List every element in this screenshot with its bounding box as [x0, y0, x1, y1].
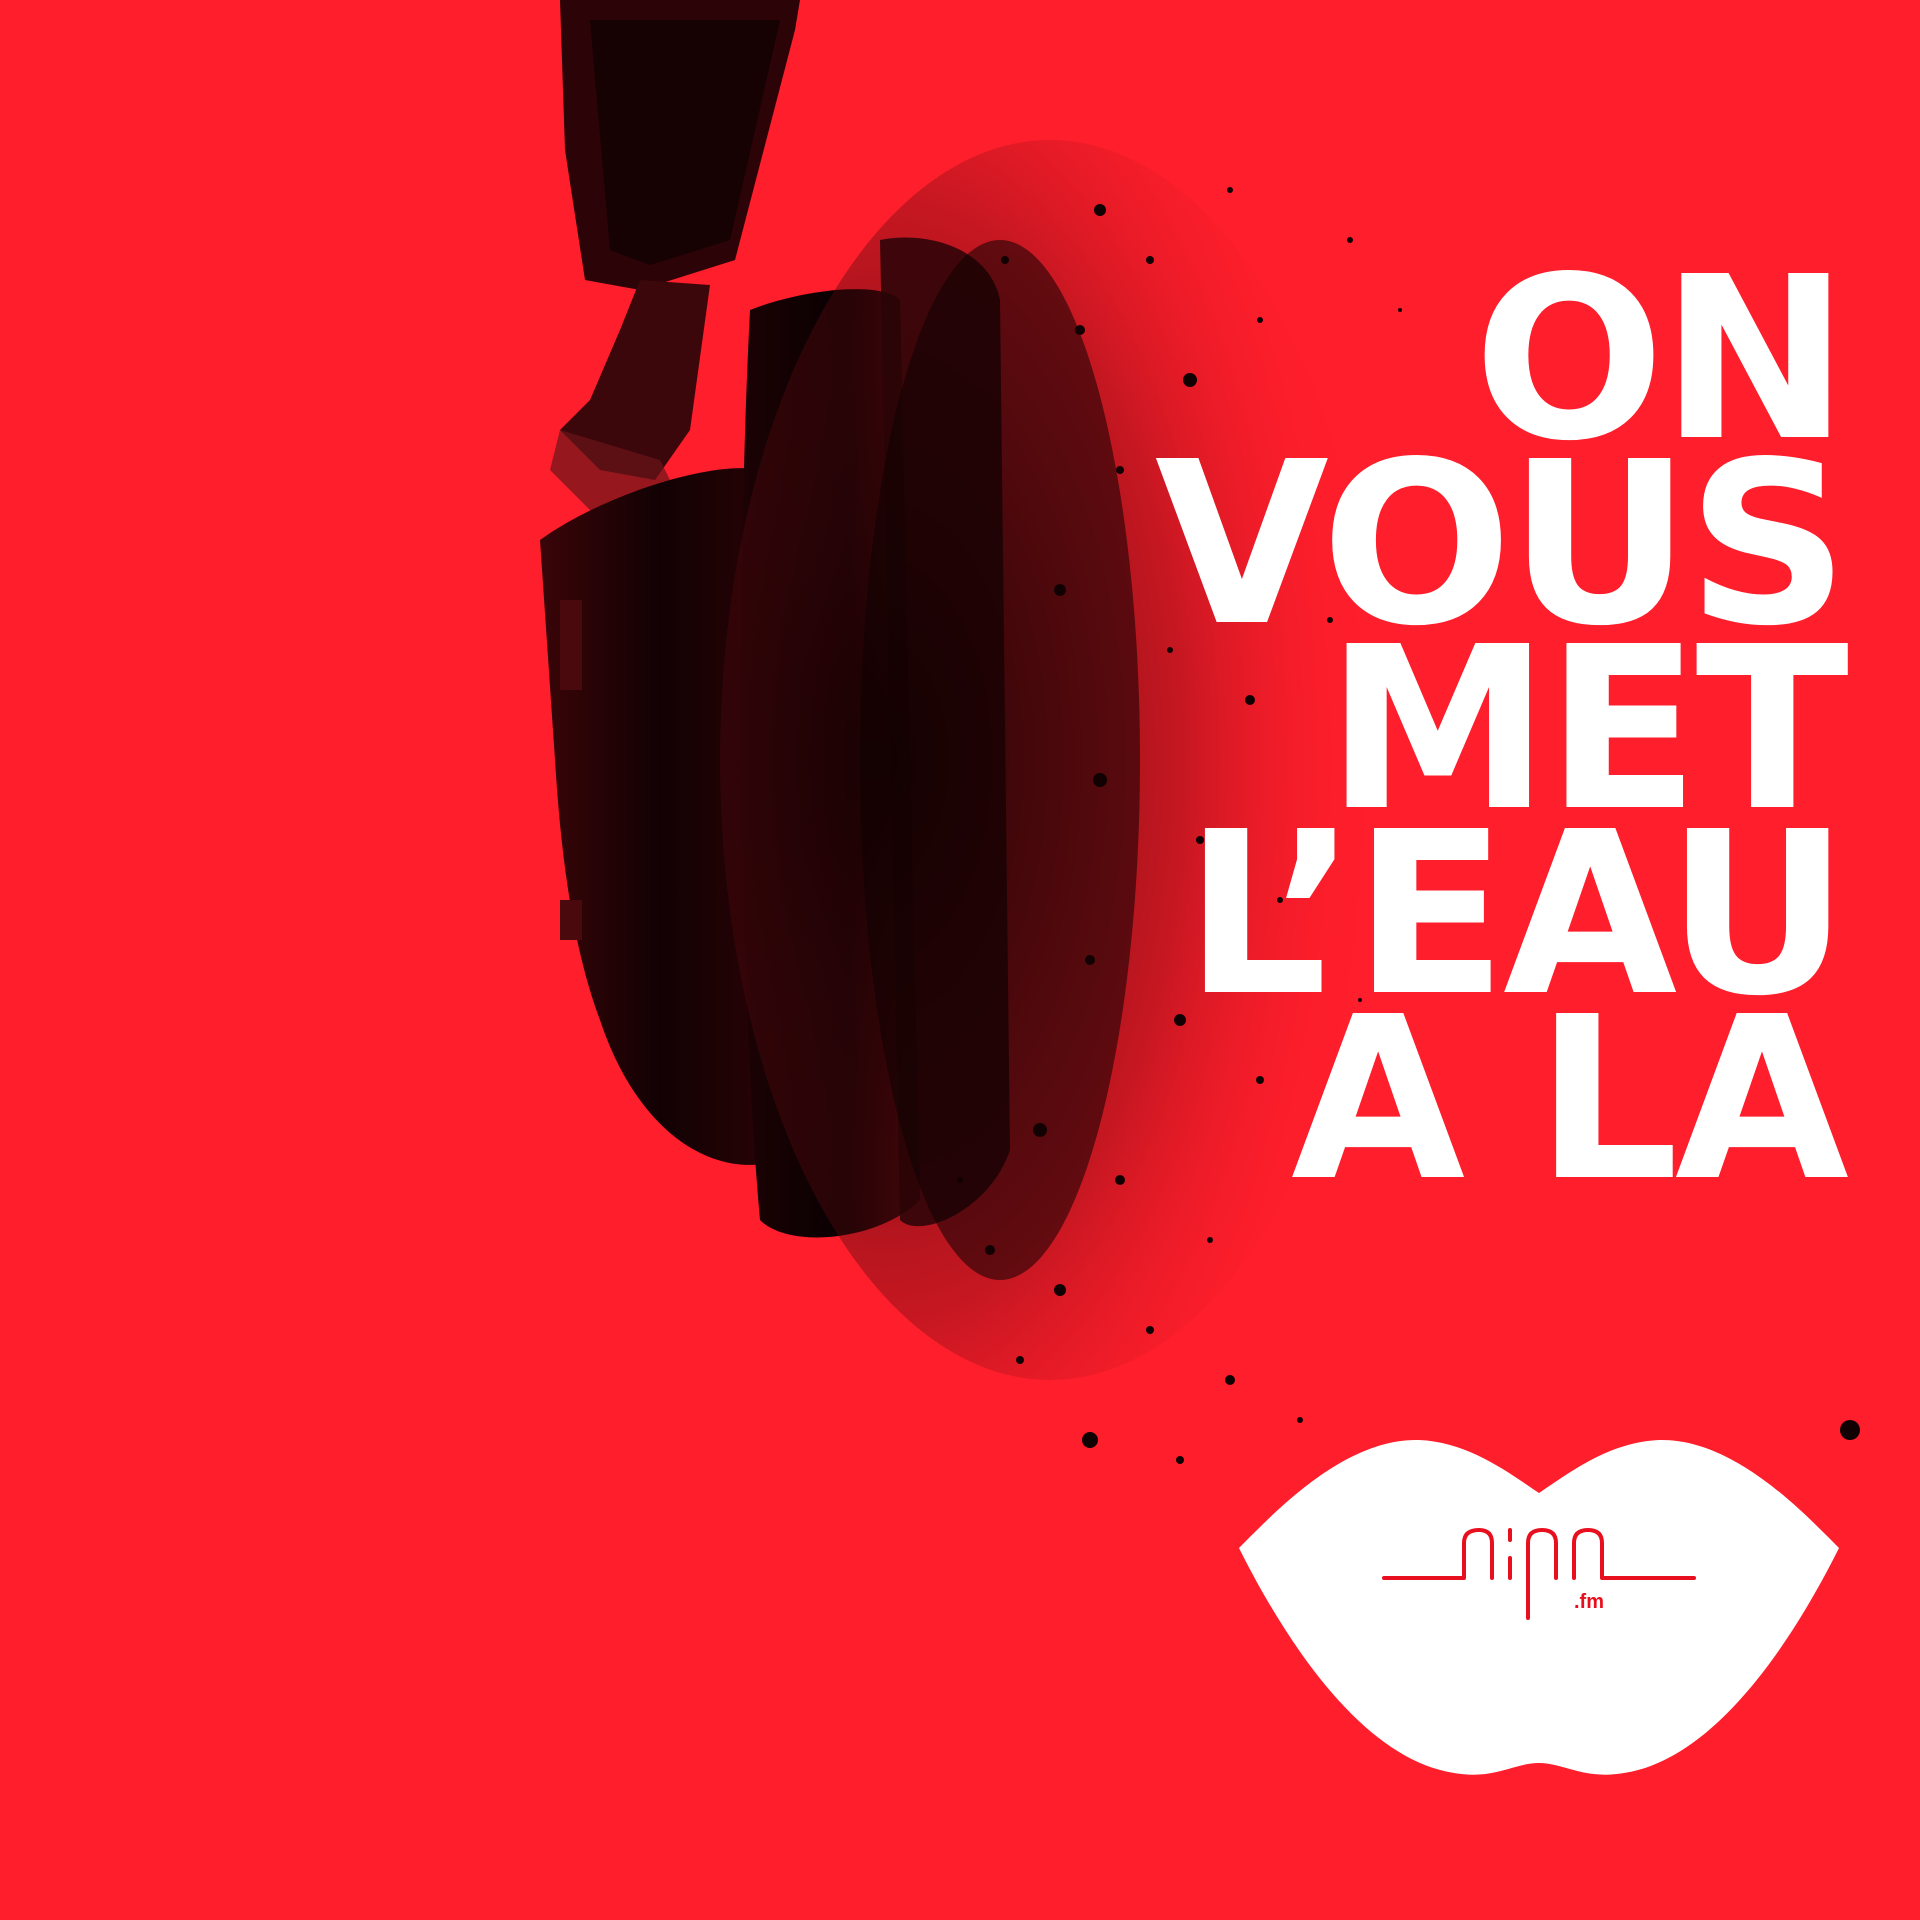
headline: ON VOUS MET L’EAU A LA	[845, 248, 1849, 1231]
nina-logo-suffix: .fm	[1574, 1591, 1604, 1613]
nina-fm-lips-logo: .fm	[1239, 1439, 1839, 1775]
lips-icon	[1239, 1439, 1839, 1775]
headline-line-5: A LA	[1291, 969, 1849, 1231]
